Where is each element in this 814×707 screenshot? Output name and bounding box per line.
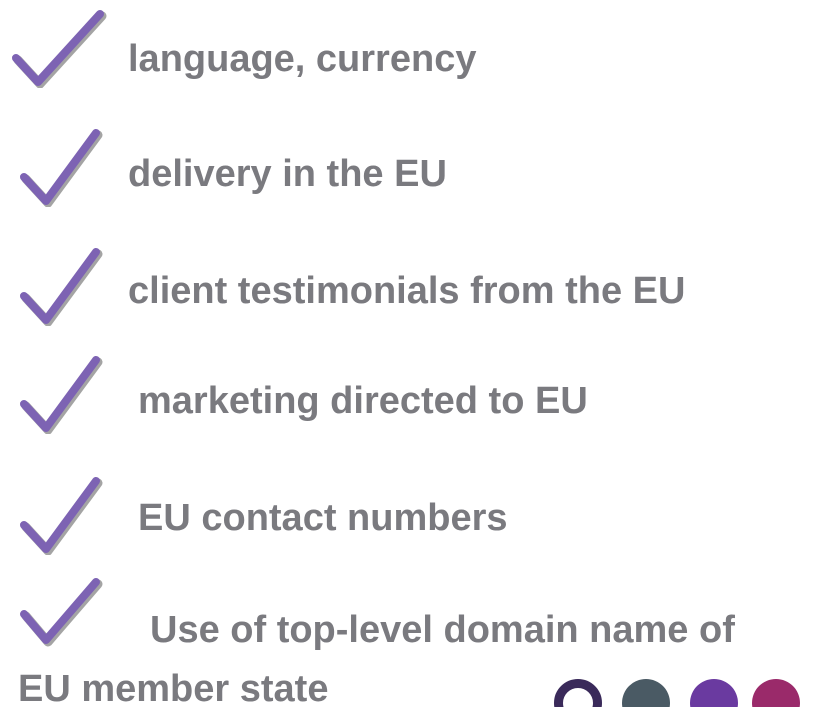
checklist-item-label: EU contact numbers [138, 497, 508, 539]
checklist-item-continuation: EU member state [18, 668, 329, 707]
circle-dot-icon [622, 679, 670, 707]
checkmark-icon [20, 477, 103, 555]
checklist-item-3: client testimonials from the EU [0, 246, 814, 326]
checkmark-icon [20, 578, 103, 647]
checkmark-icon [12, 10, 107, 88]
decorative-dots [540, 676, 814, 707]
checkmark-icon [20, 248, 103, 326]
checklist-item-label: client testimonials from the EU [128, 270, 686, 312]
checklist-item-5: EU contact numbers [0, 475, 814, 555]
circle-dot-icon [752, 679, 800, 707]
circle-dot-icon [690, 679, 738, 707]
checkmark-icon [20, 129, 103, 207]
checklist-item-2: delivery in the EU [0, 127, 814, 207]
checklist-item-label: Use of top-level domain name of [150, 609, 735, 651]
checkmark-icon [20, 356, 103, 434]
checklist-item-label: delivery in the EU [128, 153, 447, 195]
checklist-item-1: language, currency [0, 8, 814, 88]
checklist-item-4: marketing directed to EU [0, 354, 814, 434]
slide: language, currency delivery in the EU cl… [0, 0, 814, 707]
checklist-item-label: marketing directed to EU [138, 380, 588, 422]
checklist-item-6: Use of top-level domain name of [0, 578, 814, 658]
checklist-item-label: language, currency [128, 38, 477, 80]
circle-outline-icon [554, 679, 602, 707]
